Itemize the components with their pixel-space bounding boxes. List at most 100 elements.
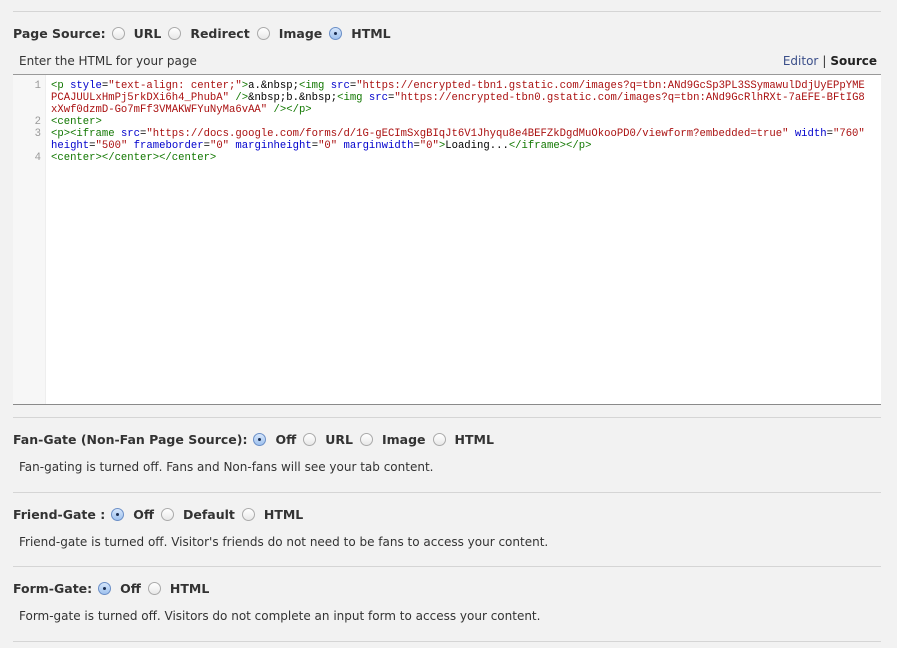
fan-gate-option-image[interactable]: Image bbox=[359, 432, 426, 447]
code-token-tag: <center> bbox=[51, 116, 102, 128]
option-label: Default bbox=[182, 507, 235, 522]
editor-header: Enter the HTML for your page Editor | Sour… bbox=[19, 54, 877, 68]
option-label: HTML bbox=[169, 581, 210, 596]
radio-unselected-icon[interactable] bbox=[359, 433, 373, 446]
radio-selected-icon[interactable] bbox=[98, 582, 112, 595]
fan-gate-option-url[interactable]: URL bbox=[303, 432, 353, 447]
code-token-attr: marginheight bbox=[235, 140, 312, 152]
divider bbox=[13, 641, 881, 642]
radio-selected-icon[interactable] bbox=[253, 433, 267, 446]
fan-gate-group: Fan-Gate (Non-Fan Page Source): Off URL Im… bbox=[13, 432, 501, 447]
option-label: HTML bbox=[454, 432, 494, 447]
code-token-attr: width bbox=[794, 128, 827, 140]
mode-separator: | bbox=[822, 54, 827, 68]
friend-gate-option-default[interactable]: Default bbox=[160, 507, 235, 522]
code-token-plain: &nbsp;b.&nbsp; bbox=[248, 92, 338, 104]
code-token-tag: </iframe></p> bbox=[508, 140, 592, 152]
code-line-text: <p style="text-align: center;">a.&nbsp;<… bbox=[51, 80, 871, 116]
code-token-attr: marginwidth bbox=[343, 140, 414, 152]
line-number: 2 bbox=[34, 116, 41, 128]
form-gate-option-off[interactable]: Off bbox=[98, 581, 141, 596]
option-label: Image bbox=[381, 432, 426, 447]
code-token-plain: a.&nbsp; bbox=[248, 80, 299, 92]
source-mode-link[interactable]: Source bbox=[830, 54, 877, 68]
friend-gate-label: Friend-Gate : bbox=[13, 507, 106, 522]
code-token-str: "500" bbox=[95, 140, 128, 152]
friend-gate-option-html[interactable]: HTML bbox=[241, 507, 304, 522]
code-content[interactable]: 1 <p style="text-align: center;">a.&nbsp;… bbox=[13, 80, 871, 164]
code-token-attr: src bbox=[368, 92, 388, 104]
page-source-label: Page Source: bbox=[13, 26, 106, 41]
page-source-group: Page Source: URL Redirect Image HTML bbox=[13, 26, 398, 41]
code-token-tag: <img bbox=[337, 92, 369, 104]
option-label: URL bbox=[133, 26, 162, 41]
line-number: 3 bbox=[34, 128, 41, 140]
radio-selected-icon[interactable] bbox=[111, 508, 125, 521]
code-token-tag: <center></center></center> bbox=[51, 152, 217, 164]
line-number: 4 bbox=[34, 152, 41, 164]
page-source-option-url[interactable]: URL bbox=[111, 26, 162, 41]
radio-unselected-icon[interactable] bbox=[241, 508, 255, 521]
fan-gate-option-html[interactable]: HTML bbox=[432, 432, 494, 447]
form-gate-label: Form-Gate: bbox=[13, 581, 93, 596]
radio-unselected-icon[interactable] bbox=[111, 27, 125, 40]
code-token-str: "760" bbox=[832, 128, 865, 140]
code-token-attr: height bbox=[51, 140, 90, 152]
page-source-option-image[interactable]: Image bbox=[256, 26, 323, 41]
line-number: 1 bbox=[34, 80, 41, 92]
option-label: URL bbox=[325, 432, 353, 447]
option-label: Image bbox=[278, 26, 323, 41]
fan-gate-option-off[interactable]: Off bbox=[253, 432, 296, 447]
editor-mode-link[interactable]: Editor bbox=[783, 54, 819, 68]
code-token-str: "0" bbox=[209, 140, 230, 152]
code-line-text: <center></center></center> bbox=[51, 152, 871, 164]
radio-unselected-icon[interactable] bbox=[160, 508, 174, 521]
friend-gate-group: Friend-Gate : Off Default HTML bbox=[13, 507, 310, 522]
code-token-plain: Loading... bbox=[445, 140, 509, 152]
friend-gate-option-off[interactable]: Off bbox=[111, 507, 154, 522]
radio-unselected-icon[interactable] bbox=[168, 27, 182, 40]
html-code-editor[interactable]: 1 <p style="text-align: center;">a.&nbsp;… bbox=[13, 74, 881, 405]
code-token-str: "0" bbox=[318, 140, 338, 152]
code-token-tag: <p><iframe bbox=[51, 128, 121, 140]
code-token-attr: src bbox=[330, 80, 350, 92]
code-token-attr: frameborder bbox=[133, 140, 204, 152]
radio-unselected-icon[interactable] bbox=[303, 433, 317, 446]
code-line: 3 <p><iframe src="https://docs.google.com… bbox=[13, 128, 871, 152]
divider bbox=[13, 566, 881, 567]
form-gate-option-html[interactable]: HTML bbox=[147, 581, 210, 596]
option-label: Off bbox=[133, 507, 154, 522]
divider bbox=[13, 11, 881, 12]
code-line-text: <p><iframe src="https://docs.google.com/… bbox=[51, 128, 871, 152]
code-line: 2 <center> bbox=[13, 116, 871, 128]
code-token-str: "text-align: center;" bbox=[108, 80, 242, 92]
fan-gate-label: Fan-Gate (Non-Fan Page Source): bbox=[13, 432, 248, 447]
page-source-option-redirect[interactable]: Redirect bbox=[168, 26, 250, 41]
editor-mode-links: Editor | Source bbox=[783, 54, 877, 68]
radio-unselected-icon[interactable] bbox=[256, 27, 270, 40]
code-token-tag: /> bbox=[229, 92, 249, 104]
page-source-option-html[interactable]: HTML bbox=[329, 26, 391, 41]
divider bbox=[13, 417, 881, 418]
code-token-tag: <p bbox=[51, 80, 71, 92]
code-token-attr: src bbox=[120, 128, 141, 140]
form-gate-description: Form-gate is turned off. Visitors do not… bbox=[19, 609, 541, 623]
divider bbox=[13, 492, 881, 493]
option-label: Off bbox=[275, 432, 297, 447]
option-label: HTML bbox=[351, 26, 391, 41]
code-token-tag: <img bbox=[298, 80, 331, 92]
code-token-str: "0" bbox=[419, 140, 439, 152]
code-token-tag: /></p> bbox=[267, 104, 312, 116]
radio-selected-icon[interactable] bbox=[329, 27, 343, 40]
code-line: 1 <p style="text-align: center;">a.&nbsp;… bbox=[13, 80, 871, 116]
editor-instruction: Enter the HTML for your page bbox=[19, 54, 197, 68]
radio-unselected-icon[interactable] bbox=[147, 582, 161, 595]
option-label: Off bbox=[120, 581, 141, 596]
code-token-attr: style bbox=[70, 80, 102, 92]
friend-gate-description: Friend-gate is turned off. Visitor's fri… bbox=[19, 535, 549, 549]
option-label: HTML bbox=[263, 507, 304, 522]
radio-unselected-icon[interactable] bbox=[432, 433, 446, 446]
code-token-str: "https://docs.google.com/forms/d/1G-gECI… bbox=[146, 128, 789, 140]
code-line-text: <center> bbox=[51, 116, 871, 128]
